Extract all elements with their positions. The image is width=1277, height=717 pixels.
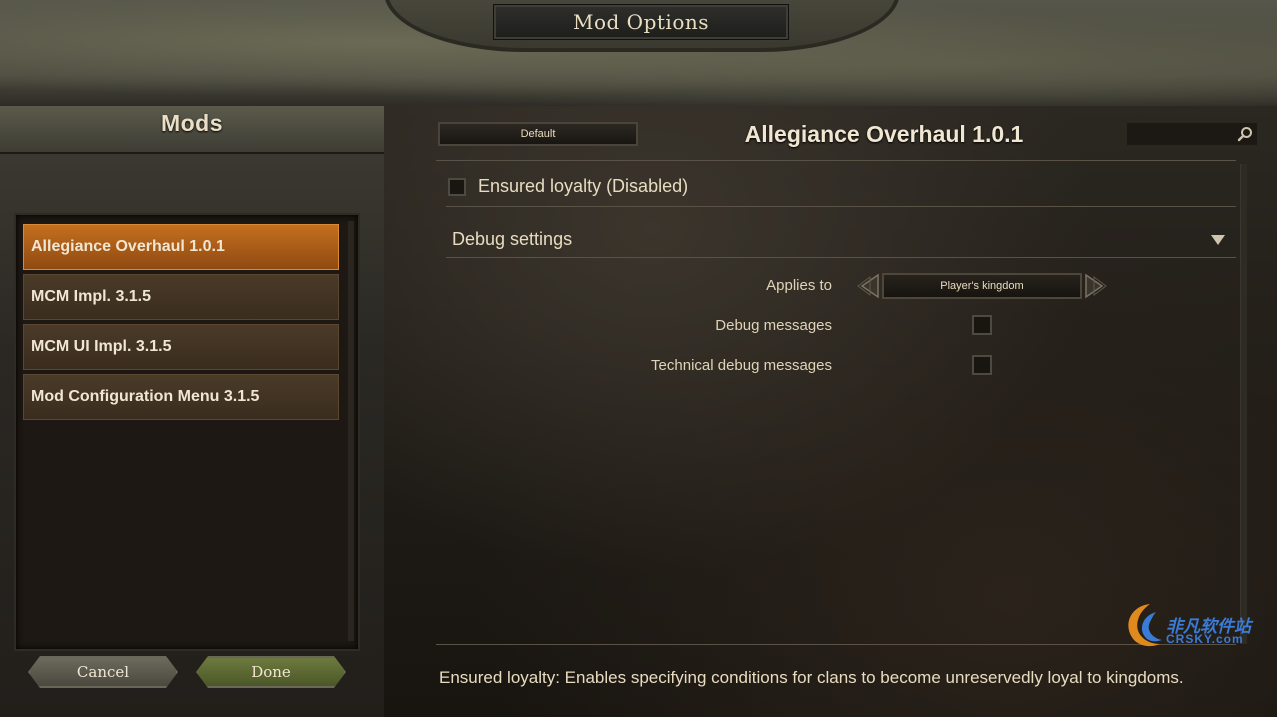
header-divider: [436, 160, 1236, 161]
cancel-button[interactable]: Cancel: [28, 656, 178, 688]
technical-debug-messages-label: Technical debug messages: [651, 357, 832, 374]
mods-header: Mods: [0, 106, 384, 154]
done-button[interactable]: Done: [196, 656, 346, 688]
debug-messages-checkbox[interactable]: [972, 315, 992, 335]
mod-item-mod-configuration-menu[interactable]: Mod Configuration Menu 3.1.5: [23, 374, 339, 420]
triangle-down-icon[interactable]: [1210, 234, 1226, 246]
arrow-left-icon[interactable]: [856, 273, 880, 299]
mods-title: Mods: [160, 109, 224, 136]
debug-divider: [446, 257, 1236, 258]
mods-scrollbar[interactable]: [348, 221, 354, 641]
mod-settings-title: Allegiance Overhaul 1.0.1: [744, 120, 1024, 147]
ensured-loyalty-label: Ensured loyalty (Disabled): [478, 176, 689, 196]
default-button[interactable]: Default: [438, 122, 638, 146]
window-title: Mod Options: [494, 5, 788, 39]
ensured-loyalty-checkbox[interactable]: [448, 177, 466, 196]
search-input[interactable]: [1126, 122, 1258, 146]
debug-messages-label: Debug messages: [715, 317, 832, 334]
mod-item-allegiance-overhaul[interactable]: Allegiance Overhaul 1.0.1: [23, 224, 339, 270]
top-header: Mod Options: [0, 0, 1277, 109]
mods-panel: Mods Allegiance Overhaul 1.0.1 MCM Impl.…: [0, 106, 384, 717]
ensured-loyalty-row: Ensured loyalty (Disabled): [448, 176, 688, 197]
debug-settings-header[interactable]: Debug settings: [452, 229, 572, 250]
hint-divider: [436, 644, 1236, 645]
applies-to-value[interactable]: Player's kingdom: [882, 273, 1082, 299]
applies-to-label: Applies to: [766, 277, 832, 294]
settings-scrollbar[interactable]: [1240, 164, 1247, 644]
mod-item-mcm-ui-impl[interactable]: MCM UI Impl. 3.1.5: [23, 324, 339, 370]
search-icon[interactable]: [1237, 126, 1253, 142]
mods-list: Allegiance Overhaul 1.0.1 MCM Impl. 3.1.…: [14, 213, 360, 651]
watermark: 非凡软件站 CRSKY.com: [1120, 598, 1270, 654]
arrow-right-icon[interactable]: [1084, 273, 1108, 299]
applies-to-selector: Player's kingdom: [856, 273, 1110, 299]
watermark-sub: CRSKY.com: [1166, 632, 1244, 646]
hint-text: Ensured loyalty: Enables specifying cond…: [439, 668, 1184, 687]
group-divider: [446, 206, 1236, 207]
watermark-logo-icon: [1128, 604, 1162, 647]
technical-debug-messages-checkbox[interactable]: [972, 355, 992, 375]
mod-item-mcm-impl[interactable]: MCM Impl. 3.1.5: [23, 274, 339, 320]
